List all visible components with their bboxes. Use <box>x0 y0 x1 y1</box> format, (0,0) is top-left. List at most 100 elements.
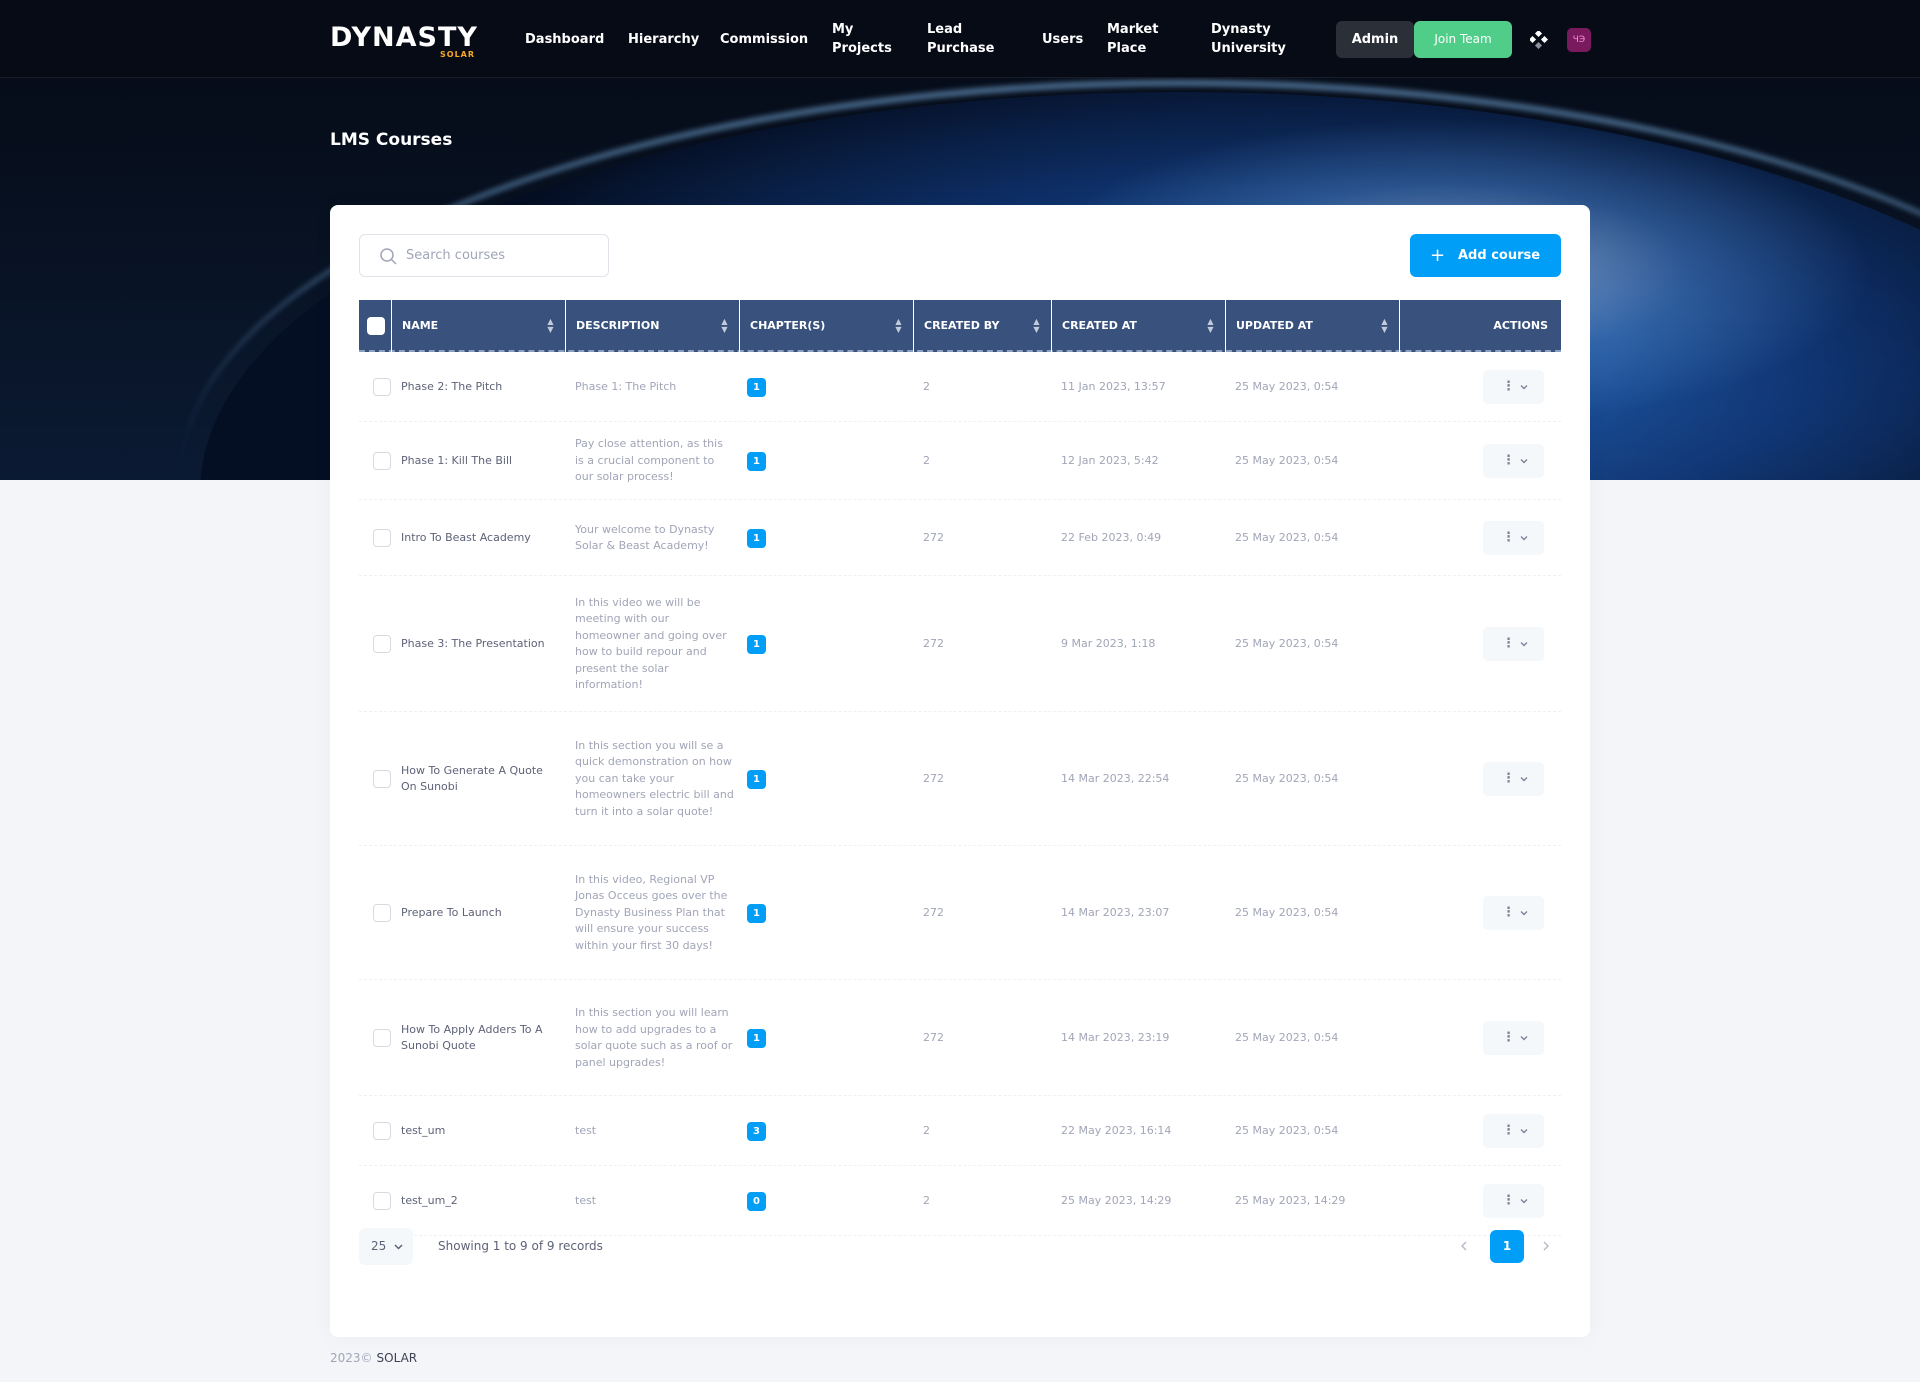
row-actions-button[interactable]: ⋮ <box>1483 896 1544 930</box>
course-description: Your welcome to Dynasty Solar & Beast Ac… <box>575 522 715 553</box>
row-checkbox[interactable] <box>373 452 391 470</box>
more-vertical-icon: ⋮ <box>1502 1193 1515 1208</box>
row-checkbox[interactable] <box>373 770 391 788</box>
created-by: 272 <box>923 772 944 785</box>
row-checkbox[interactable] <box>373 1029 391 1047</box>
table-row[interactable]: test_um_2 test 0 2 25 May 2023, 14:29 25 May … <box>359 1166 1561 1236</box>
created-at: 22 May 2023, 16:14 <box>1061 1124 1172 1137</box>
chevron-right-icon[interactable] <box>1540 1239 1552 1253</box>
row-actions-button[interactable]: ⋮ <box>1483 444 1544 478</box>
table-row[interactable]: test_um test 3 2 22 May 2023, 16:14 25 May 20… <box>359 1096 1561 1166</box>
created-at: 11 Jan 2023, 13:57 <box>1061 380 1166 393</box>
row-actions-button[interactable]: ⋮ <box>1483 1114 1544 1148</box>
updated-at: 25 May 2023, 0:54 <box>1235 906 1339 919</box>
row-checkbox[interactable] <box>373 378 391 396</box>
column-description[interactable]: DESCRIPTION ▲ ▼ <box>566 300 740 352</box>
row-actions-button[interactable]: ⋮ <box>1483 627 1544 661</box>
course-name[interactable]: Intro To Beast Academy <box>401 500 551 576</box>
created-at: 22 Feb 2023, 0:49 <box>1061 531 1162 544</box>
nav-market-place[interactable]: Market Place <box>1107 20 1167 58</box>
course-description: test <box>575 1193 597 1207</box>
updated-at: 25 May 2023, 0:54 <box>1235 637 1339 650</box>
chevron-left-icon[interactable] <box>1458 1239 1470 1253</box>
course-name[interactable]: How To Generate A Quote On Sunobi <box>401 712 551 846</box>
row-checkbox[interactable] <box>373 904 391 922</box>
chapters-badge: 1 <box>747 904 766 923</box>
course-name[interactable]: Phase 2: The Pitch <box>401 352 551 422</box>
chevron-down-icon <box>1520 385 1528 390</box>
created-by: 2 <box>923 380 930 393</box>
table-row[interactable]: Prepare To Launch In this video, Regional… <box>359 846 1561 980</box>
chevron-down-icon <box>1520 1129 1528 1134</box>
page-button-current[interactable]: 1 <box>1490 1230 1524 1263</box>
table-row[interactable]: Intro To Beast Academy Your welcome to Dy… <box>359 500 1561 576</box>
table-row[interactable]: Phase 3: The Presentation In this video w… <box>359 576 1561 712</box>
nav-commission[interactable]: Commission <box>720 30 808 49</box>
footer-brand[interactable]: SOLAR <box>377 1351 418 1365</box>
column-chapters-label: CHAPTER(S) <box>750 319 826 332</box>
course-name[interactable]: Phase 1: Kill The Bill <box>401 422 551 500</box>
more-vertical-icon: ⋮ <box>1502 771 1515 786</box>
admin-button[interactable]: Admin <box>1336 21 1414 58</box>
row-actions-button[interactable]: ⋮ <box>1483 762 1544 796</box>
course-name[interactable]: How To Apply Adders To A Sunobi Quote <box>401 980 551 1096</box>
updated-at: 25 May 2023, 0:54 <box>1235 1031 1339 1044</box>
row-checkbox[interactable] <box>373 1122 391 1140</box>
created-by: 272 <box>923 906 944 919</box>
nav-hierarchy[interactable]: Hierarchy <box>628 30 699 49</box>
updated-at: 25 May 2023, 0:54 <box>1235 531 1339 544</box>
chevron-down-icon <box>394 1244 403 1250</box>
sort-icon[interactable]: ▲ ▼ <box>720 318 729 334</box>
more-vertical-icon: ⋮ <box>1502 636 1515 651</box>
row-checkbox[interactable] <box>373 635 391 653</box>
row-actions-button[interactable]: ⋮ <box>1483 521 1544 555</box>
sort-icon[interactable]: ▲ ▼ <box>546 318 555 334</box>
course-description: In this video, Regional VP Jonas Occeus … <box>575 872 728 952</box>
join-team-button[interactable]: Join Team <box>1414 21 1512 58</box>
column-chapters[interactable]: CHAPTER(S) ▲ ▼ <box>740 300 914 352</box>
nav-users[interactable]: Users <box>1042 30 1083 49</box>
chevron-down-icon <box>1520 1036 1528 1041</box>
add-course-button[interactable]: + Add course <box>1410 234 1561 277</box>
nav-dynasty-university[interactable]: Dynasty University <box>1211 20 1293 58</box>
page-size-select[interactable]: 25 <box>359 1228 413 1265</box>
table-row[interactable]: How To Apply Adders To A Sunobi Quote In … <box>359 980 1561 1096</box>
course-name[interactable]: test_um_2 <box>401 1166 551 1236</box>
table-row[interactable]: Phase 1: Kill The Bill Pay close attentio… <box>359 422 1561 500</box>
grid-icon[interactable] <box>1530 31 1548 49</box>
chapters-badge: 3 <box>747 1122 766 1141</box>
column-created-by[interactable]: CREATED BY ▲ ▼ <box>914 300 1052 352</box>
more-vertical-icon: ⋮ <box>1502 379 1515 394</box>
row-actions-button[interactable]: ⋮ <box>1483 1021 1544 1055</box>
row-actions-button[interactable]: ⋮ <box>1483 370 1544 404</box>
chevron-down-icon <box>1520 1199 1528 1204</box>
row-actions-button[interactable]: ⋮ <box>1483 1184 1544 1218</box>
course-description: In this section you will se a quick demo… <box>575 738 734 818</box>
created-by: 272 <box>923 637 944 650</box>
column-created-at[interactable]: CREATED AT ▲ ▼ <box>1052 300 1226 352</box>
sort-icon[interactable]: ▲ ▼ <box>894 318 903 334</box>
user-avatar[interactable]: ЧЭ <box>1567 28 1591 52</box>
logo[interactable]: DYNASTY <box>330 22 478 53</box>
table-row[interactable]: How To Generate A Quote On Sunobi In this… <box>359 712 1561 846</box>
add-course-label: Add course <box>1458 248 1541 263</box>
row-checkbox[interactable] <box>373 529 391 547</box>
nav-lead-purchase[interactable]: Lead Purchase <box>927 20 1003 58</box>
course-name[interactable]: test_um <box>401 1096 551 1166</box>
created-at: 14 Mar 2023, 22:54 <box>1061 772 1170 785</box>
select-all-checkbox[interactable] <box>367 317 385 335</box>
course-name[interactable]: Phase 3: The Presentation <box>401 576 551 712</box>
course-description: Pay close attention, as this is a crucia… <box>575 437 723 484</box>
sort-icon[interactable]: ▲ ▼ <box>1206 318 1215 334</box>
row-checkbox[interactable] <box>373 1192 391 1210</box>
nav-dashboard[interactable]: Dashboard <box>525 30 604 49</box>
sort-icon[interactable]: ▲ ▼ <box>1380 318 1389 334</box>
course-name[interactable]: Prepare To Launch <box>401 846 551 980</box>
nav-my-projects[interactable]: My Projects <box>832 20 892 58</box>
search-input[interactable] <box>406 235 601 276</box>
top-navbar: DYNASTY SOLAR Dashboard Hierarchy Commis… <box>0 0 1920 78</box>
column-updated-at[interactable]: UPDATED AT ▲ ▼ <box>1226 300 1400 352</box>
table-row[interactable]: Phase 2: The Pitch Phase 1: The Pitch 1 2 11… <box>359 352 1561 422</box>
column-name[interactable]: NAME ▲ ▼ <box>392 300 566 352</box>
sort-icon[interactable]: ▲ ▼ <box>1032 318 1041 334</box>
